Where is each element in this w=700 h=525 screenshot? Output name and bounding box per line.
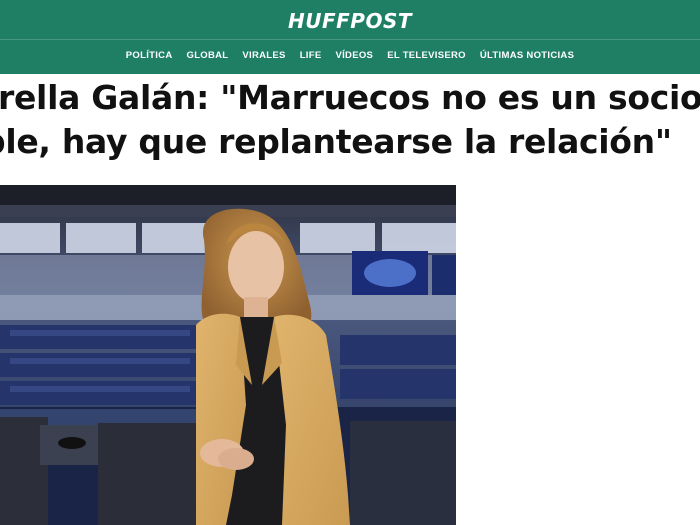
nav-item-el-televisero[interactable]: EL TELEVISERO bbox=[380, 48, 473, 63]
headline-line-1: rella Galán: "Marruecos no es un socio bbox=[0, 78, 700, 117]
headline-line-2: ble, hay que replantearse la relación" bbox=[0, 122, 672, 161]
nav-item-global[interactable]: GLOBAL bbox=[180, 48, 236, 63]
nav-item-virales[interactable]: VIRALES bbox=[235, 48, 292, 63]
nav-item-politica[interactable]: POLÍTICA bbox=[119, 48, 180, 63]
site-header: HUFFPOST POLÍTICA GLOBAL VIRALES LIFE VÍ… bbox=[0, 0, 700, 74]
article-photo[interactable] bbox=[0, 185, 456, 525]
main-nav: POLÍTICA GLOBAL VIRALES LIFE VÍDEOS EL T… bbox=[0, 48, 700, 63]
photo-illustration bbox=[0, 185, 456, 525]
header-divider bbox=[0, 39, 700, 40]
nav-item-ultimas-noticias[interactable]: ÚLTIMAS NOTICIAS bbox=[473, 48, 581, 63]
nav-item-life[interactable]: LIFE bbox=[293, 48, 329, 63]
article-headline: rella Galán: "Marruecos no es un socio b… bbox=[0, 76, 700, 164]
huffpost-logo[interactable]: HUFFPOST bbox=[0, 9, 700, 33]
nav-item-videos[interactable]: VÍDEOS bbox=[328, 48, 380, 63]
